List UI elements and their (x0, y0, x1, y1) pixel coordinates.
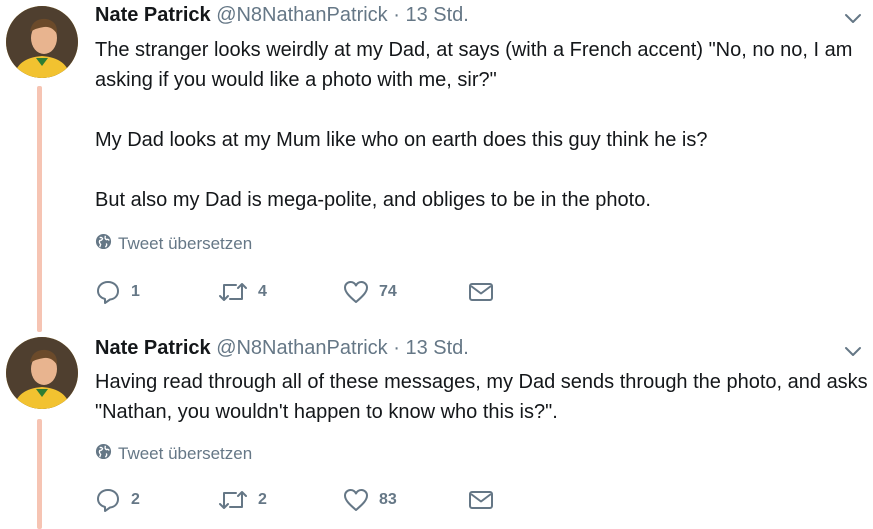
chevron-down-icon[interactable] (843, 8, 863, 28)
tweet-paragraph: Having read through all of these message… (95, 371, 868, 423)
tweet-paragraph: But also my Dad is mega-polite, and obli… (95, 189, 651, 211)
tweet-paragraph: The stranger looks weirdly at my Dad, at… (95, 39, 853, 91)
author-handle[interactable]: @N8NathanPatrick (216, 337, 387, 359)
separator-dot: · (393, 337, 400, 359)
translate-link[interactable]: Tweet übersetzen (95, 233, 252, 255)
thread-line (37, 419, 42, 529)
like-count: 83 (379, 491, 397, 508)
avatar[interactable] (6, 6, 78, 78)
reply-count: 2 (131, 491, 140, 508)
globe-icon (95, 443, 112, 465)
author-name[interactable]: Nate Patrick (95, 337, 211, 359)
envelope-icon (468, 489, 494, 511)
envelope-icon (468, 281, 494, 303)
retweet-button[interactable]: 2 (218, 488, 343, 512)
retweet-icon (218, 488, 248, 512)
translate-label: Tweet übersetzen (118, 444, 253, 463)
avatar[interactable] (6, 337, 78, 409)
thread-line (37, 86, 42, 332)
reply-icon (95, 487, 121, 513)
retweet-button[interactable]: 4 (218, 280, 343, 304)
tweet-text: The stranger looks weirdly at my Dad, at… (95, 35, 870, 215)
timestamp[interactable]: 13 Std. (405, 4, 468, 26)
tweet-actions: 1 4 74 (95, 279, 494, 305)
tweet-text: Having read through all of these message… (95, 367, 870, 427)
reply-icon (95, 279, 121, 305)
translate-label: Tweet übersetzen (118, 234, 253, 253)
retweet-count: 2 (258, 491, 267, 508)
tweet-header: Nate Patrick @N8NathanPatrick · 13 Std. (95, 4, 469, 27)
retweet-icon (218, 280, 248, 304)
reply-button[interactable]: 2 (95, 487, 218, 513)
heart-icon (343, 280, 369, 304)
separator-dot: · (393, 4, 400, 26)
timestamp[interactable]: 13 Std. (405, 337, 468, 359)
like-button[interactable]: 74 (343, 280, 468, 304)
translate-link[interactable]: Tweet übersetzen (95, 443, 252, 465)
message-button[interactable] (468, 281, 494, 303)
tweet[interactable]: Nate Patrick @N8NathanPatrick · 13 Std. … (0, 325, 873, 529)
author-handle[interactable]: @N8NathanPatrick (216, 4, 387, 26)
like-button[interactable]: 83 (343, 488, 468, 512)
reply-button[interactable]: 1 (95, 279, 218, 305)
tweet[interactable]: Nate Patrick @N8NathanPatrick · 13 Std. … (0, 0, 873, 332)
like-count: 74 (379, 283, 397, 300)
author-name[interactable]: Nate Patrick (95, 4, 211, 26)
retweet-count: 4 (258, 283, 267, 300)
globe-icon (95, 233, 112, 255)
tweet-actions: 2 2 83 (95, 487, 494, 513)
message-button[interactable] (468, 489, 494, 511)
reply-count: 1 (131, 283, 140, 300)
chevron-down-icon[interactable] (843, 341, 863, 361)
tweet-paragraph: My Dad looks at my Mum like who on earth… (95, 129, 708, 151)
heart-icon (343, 488, 369, 512)
tweet-header: Nate Patrick @N8NathanPatrick · 13 Std. (95, 337, 469, 360)
